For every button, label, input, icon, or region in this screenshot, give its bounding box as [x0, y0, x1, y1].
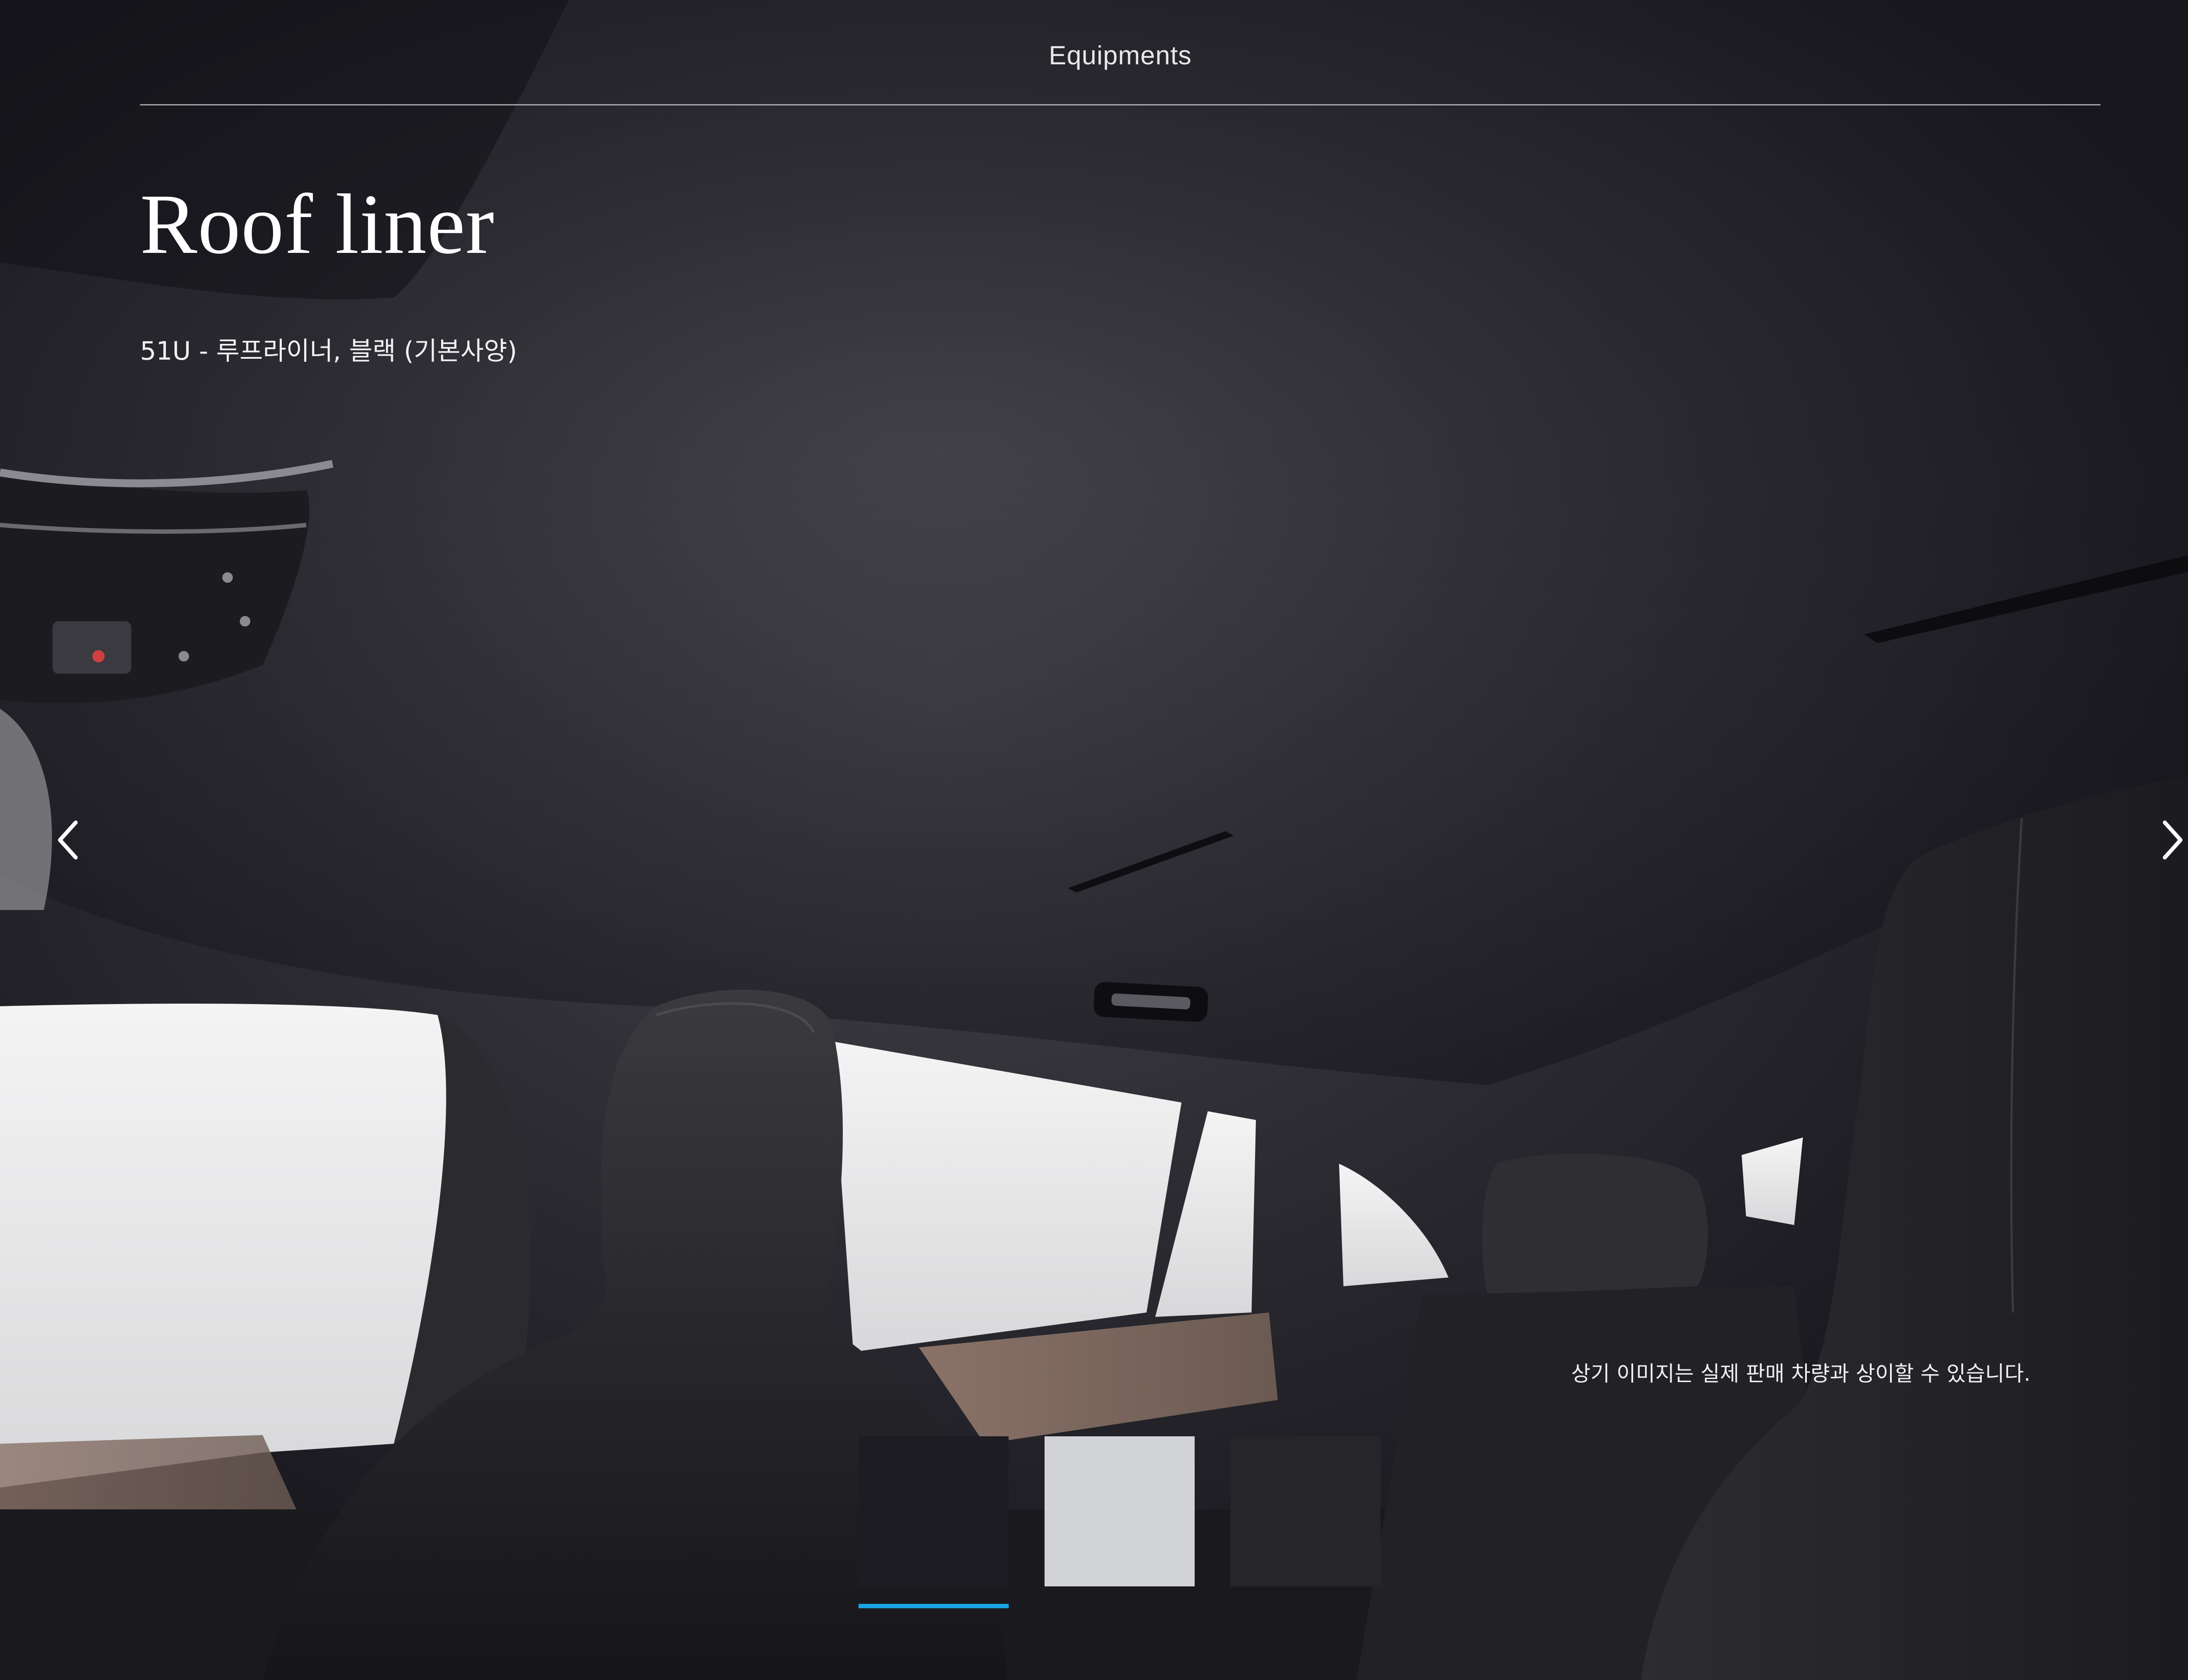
color-swatch-group	[859, 1436, 1381, 1608]
chevron-right-icon	[2163, 820, 2183, 860]
swatch-light-grey[interactable]	[1045, 1436, 1195, 1586]
header-title: Equipments	[1048, 41, 1192, 70]
hero-stage: Equipments Roof liner 51U - 루프라이너, 블랙 (기…	[0, 0, 2188, 1680]
image-disclaimer: 상기 이미지는 실제 판매 차량과 상이할 수 있습니다.	[1571, 1362, 2030, 1386]
swatch-black[interactable]	[859, 1436, 1009, 1608]
header-divider	[140, 104, 2100, 105]
option-code-subtitle: 51U - 루프라이너, 블랙 (기본사양)	[140, 336, 517, 366]
prev-button[interactable]	[42, 814, 94, 866]
selected-indicator	[859, 1604, 1009, 1608]
swatch-dark-grey[interactable]	[1231, 1436, 1381, 1586]
page-title: Roof liner	[140, 177, 495, 272]
next-button[interactable]	[2146, 814, 2188, 866]
chevron-left-icon	[58, 820, 78, 860]
